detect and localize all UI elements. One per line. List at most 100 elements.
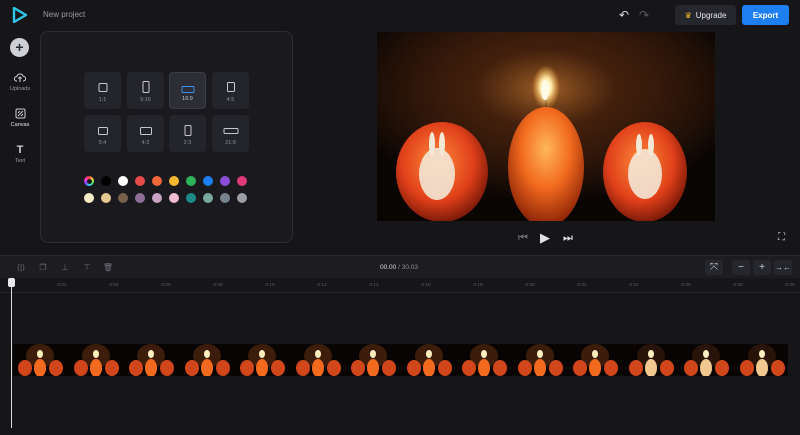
timeline-ruler[interactable]: 0 0:020:040:060:080:100:120:140:160:180:…	[0, 279, 800, 293]
ratio-option-1-1[interactable]: 1:1	[84, 72, 121, 109]
sidebar-item-uploads[interactable]: Uploads	[0, 72, 40, 92]
playback-controls: ⏮ ▶ ⏭	[510, 230, 580, 246]
color-swatch[interactable]	[220, 193, 230, 203]
ratio-portrait-icon	[184, 125, 191, 136]
ratio-label: 4:5	[226, 97, 235, 103]
fit-timeline-icon[interactable]: ⤧	[705, 260, 723, 275]
filmstrip-thumbnail	[568, 344, 623, 376]
zoom-in-icon[interactable]: +	[753, 260, 771, 275]
ruler-tick-label: 0:22	[577, 283, 587, 288]
ruler-tick-label: 0:14	[369, 283, 379, 288]
ratio-wide-icon	[223, 128, 238, 134]
sidebar-item-text[interactable]: T Text	[0, 144, 40, 164]
sidebar-item-label: Text	[14, 158, 26, 164]
ratio-option-9-16[interactable]: 9:16	[127, 72, 164, 109]
ratio-landscape-icon	[97, 127, 108, 135]
color-picker-icon[interactable]	[84, 176, 94, 186]
color-swatch[interactable]	[203, 193, 213, 203]
canvas-icon	[0, 108, 40, 120]
ratio-landscape-icon	[139, 127, 152, 135]
ratio-option-2-3[interactable]: 2:3	[169, 115, 206, 152]
filmstrip-thumbnail	[13, 344, 68, 376]
export-button[interactable]: Export	[742, 5, 789, 25]
ratio-option-21-9[interactable]: 21:9	[212, 115, 249, 152]
color-swatch[interactable]	[220, 176, 230, 186]
ruler-tick-label: 0:24	[629, 283, 639, 288]
ratio-label: 1:1	[98, 97, 107, 103]
align-top-icon[interactable]: ⊤	[79, 261, 95, 274]
align-bottom-icon[interactable]: ⊥	[57, 261, 73, 274]
time-display: 00.00 / 30.03	[380, 264, 418, 271]
color-swatch[interactable]	[169, 176, 179, 186]
preview-frame-image	[377, 32, 715, 221]
playhead-handle[interactable]	[8, 278, 15, 287]
video-track-clip[interactable]	[13, 344, 788, 376]
filmstrip-thumbnail	[235, 344, 290, 376]
ruler-tick-label: 0:02	[57, 283, 67, 288]
color-swatch[interactable]	[237, 193, 247, 203]
duplicate-icon[interactable]: ❐	[35, 261, 51, 274]
left-sidebar: + Uploads Canvas T Text	[0, 30, 40, 255]
playhead-line[interactable]	[11, 283, 12, 428]
filmstrip-thumbnail	[346, 344, 401, 376]
ratio-option-16-9[interactable]: 16:9	[169, 72, 206, 109]
ratio-label: 5:4	[98, 140, 107, 146]
skip-forward-icon[interactable]: ⏭	[563, 230, 573, 246]
ratio-label: 16:9	[182, 96, 193, 102]
color-swatch[interactable]	[118, 176, 128, 186]
ratio-portrait-icon	[142, 81, 149, 93]
upload-cloud-icon	[0, 72, 40, 84]
ratio-label: 9:16	[140, 97, 151, 103]
upgrade-label: Upgrade	[695, 10, 727, 20]
color-swatch[interactable]	[135, 176, 145, 186]
color-swatch[interactable]	[169, 193, 179, 203]
sidebar-item-canvas[interactable]: Canvas	[0, 108, 40, 128]
ratio-label: 4:3	[141, 140, 150, 146]
color-swatch[interactable]	[186, 176, 196, 186]
app-logo-icon[interactable]	[12, 7, 28, 23]
filmstrip-thumbnail	[457, 344, 512, 376]
play-icon[interactable]: ▶	[540, 230, 550, 246]
skip-back-icon[interactable]: ⏮	[518, 230, 528, 246]
color-swatch[interactable]	[101, 176, 111, 186]
ruler-tick-label: 0:30	[785, 283, 795, 288]
color-swatch[interactable]	[237, 176, 247, 186]
split-icon[interactable]: ⟨|⟩	[13, 261, 29, 274]
undo-icon[interactable]: ↶	[619, 9, 629, 21]
ruler-tick-label: 0:20	[525, 283, 535, 288]
ratio-label: 2:3	[183, 140, 192, 146]
ruler-tick-label: 0:12	[317, 283, 327, 288]
add-media-button[interactable]: +	[10, 38, 29, 57]
ratio-option-5-4[interactable]: 5:4	[84, 115, 121, 152]
ratio-option-4-5[interactable]: 4:5	[212, 72, 249, 109]
filmstrip-thumbnail	[290, 344, 346, 376]
filmstrip-thumbnail	[734, 344, 788, 376]
editor-app: New project ↶ ↷ ♛ Upgrade Export + Uploa…	[0, 0, 800, 435]
color-swatch[interactable]	[152, 176, 162, 186]
filmstrip-thumbnail	[401, 344, 457, 376]
color-swatch[interactable]	[135, 193, 145, 203]
filmstrip-thumbnail	[679, 344, 734, 376]
ruler-tick-label: 0:28	[733, 283, 743, 288]
filmstrip-thumbnail	[623, 344, 679, 376]
fullscreen-icon[interactable]: ⛶	[778, 232, 785, 243]
sidebar-item-label: Canvas	[10, 122, 30, 128]
crown-icon: ♛	[684, 10, 692, 20]
color-swatch[interactable]	[101, 193, 111, 203]
text-icon: T	[16, 144, 24, 156]
color-swatch[interactable]	[118, 193, 128, 203]
ratio-option-4-3[interactable]: 4:3	[127, 115, 164, 152]
color-swatch[interactable]	[84, 193, 94, 203]
delete-icon[interactable]: 🗑	[100, 261, 116, 274]
project-name[interactable]: New project	[43, 10, 85, 19]
color-swatch[interactable]	[152, 193, 162, 203]
redo-icon[interactable]: ↷	[639, 9, 649, 21]
upgrade-button[interactable]: ♛ Upgrade	[675, 5, 736, 25]
current-time: 00.00	[380, 264, 397, 271]
color-swatch[interactable]	[203, 176, 213, 186]
collapse-icon[interactable]: →←	[774, 260, 792, 275]
ruler-tick-label: 0:08	[213, 283, 223, 288]
video-preview[interactable]	[377, 32, 715, 221]
color-swatch[interactable]	[186, 193, 196, 203]
zoom-out-icon[interactable]: −	[732, 260, 750, 275]
